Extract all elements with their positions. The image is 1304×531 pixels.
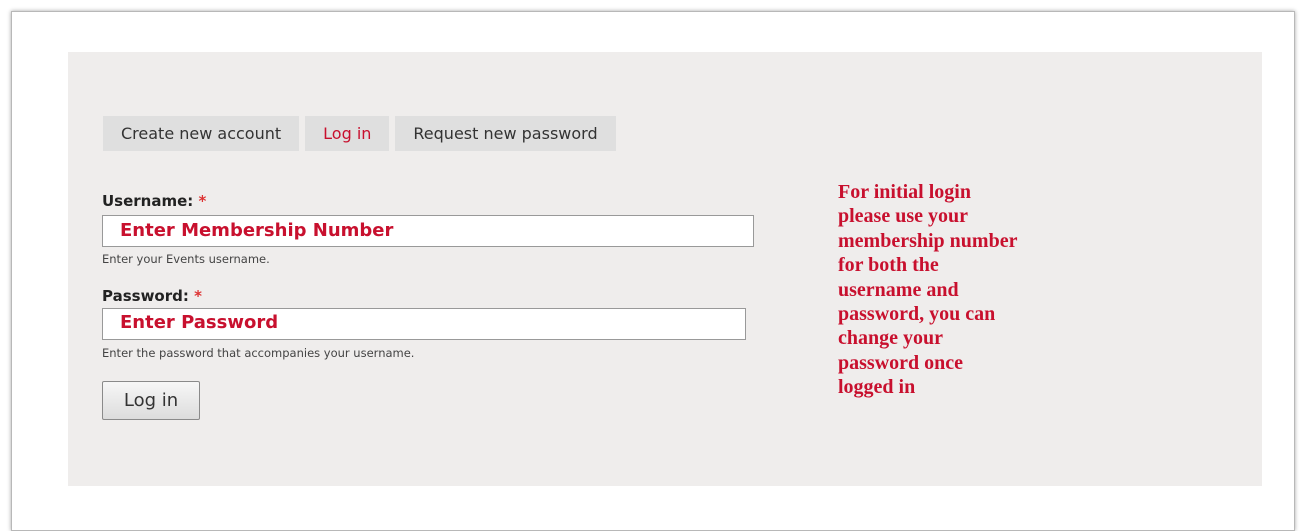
account-tabs: Create new account Log in Request new pa… — [103, 116, 616, 151]
log-in-button[interactable]: Log in — [102, 381, 200, 420]
password-required-mark: * — [194, 287, 202, 305]
password-description: Enter the password that accompanies your… — [102, 346, 415, 360]
username-label: Username: * — [102, 192, 206, 210]
username-label-text: Username: — [102, 192, 194, 210]
username-description: Enter your Events username. — [102, 252, 270, 266]
tab-create-new-account[interactable]: Create new account — [103, 116, 300, 151]
initial-login-note: For initial login please use your member… — [838, 181, 1018, 399]
password-label: Password: * — [102, 287, 202, 305]
username-required-mark: * — [198, 192, 207, 210]
password-input[interactable]: Enter Password — [102, 308, 746, 340]
tab-request-new-password[interactable]: Request new password — [395, 116, 616, 151]
username-input[interactable]: Enter Membership Number — [102, 215, 754, 247]
tab-log-in[interactable]: Log in — [305, 116, 390, 151]
password-label-text: Password: — [102, 287, 189, 305]
login-panel: Create new account Log in Request new pa… — [68, 52, 1262, 486]
